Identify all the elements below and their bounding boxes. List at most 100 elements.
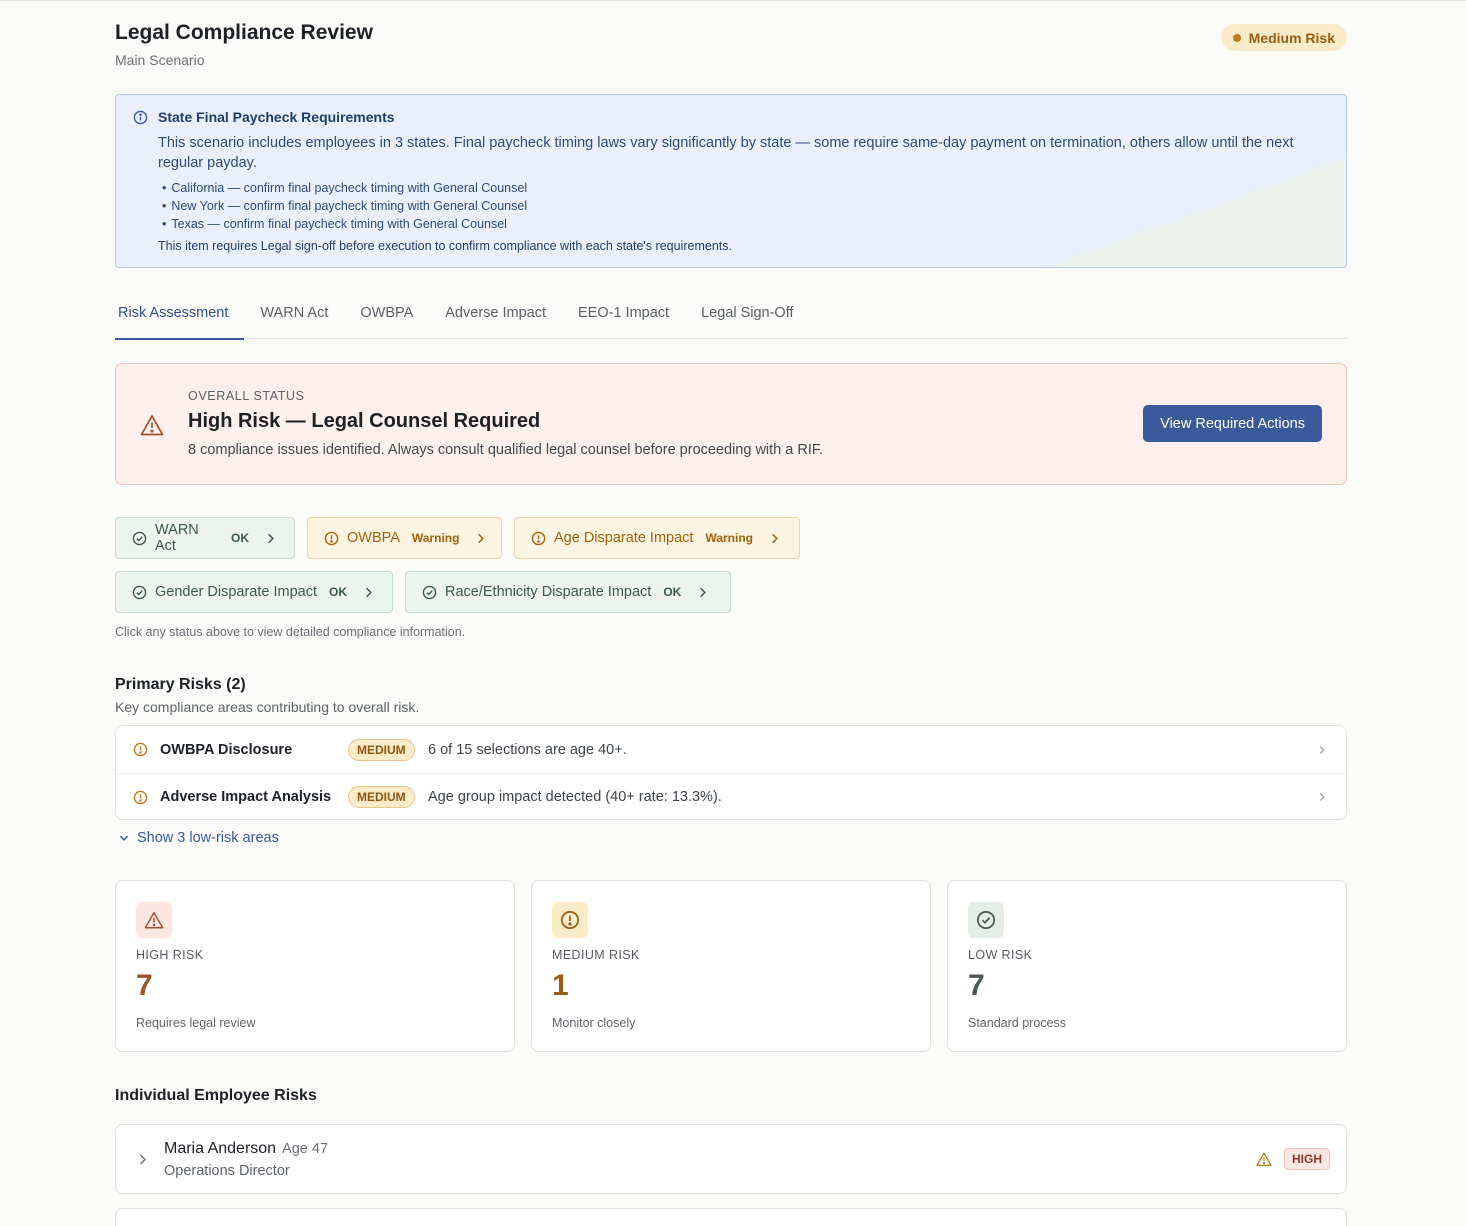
chip-label: OWBPA (347, 530, 400, 546)
stat-label: HIGH RISK (136, 948, 204, 962)
chip-age-disparate-impact[interactable]: Age Disparate Impact Warning (514, 517, 800, 559)
chevron-right-icon (1319, 745, 1325, 754)
banner-state-item: Texas — confirm final paycheck timing wi… (162, 215, 527, 233)
check-circle-icon (422, 585, 437, 599)
chevron-right-icon (1319, 792, 1325, 802)
chevron-right-icon (366, 587, 372, 597)
primary-risk-list: OWBPA Disclosure MEDIUM 6 of 15 selectio… (115, 725, 1347, 820)
risk-row-adverse-impact-analysis[interactable]: Adverse Impact Analysis MEDIUM Age group… (116, 773, 1346, 820)
employee-title: Operations Director (164, 1163, 290, 1179)
chip-owbpa[interactable]: OWBPA Warning (307, 517, 502, 559)
risk-name: Adverse Impact Analysis (160, 789, 332, 805)
chevron-right-icon (700, 587, 707, 597)
warning-triangle-icon (1256, 1152, 1272, 1166)
risk-description: Age group impact detected (40+ rate: 13.… (428, 789, 722, 805)
chip-race-ethnicity-disparate-impact[interactable]: Race/Ethnicity Disparate Impact OK (405, 571, 731, 613)
overall-risk-pill: Medium Risk (1220, 24, 1347, 51)
alert-circle-icon (531, 531, 546, 545)
chevron-right-icon (478, 533, 485, 543)
employee-row[interactable] (115, 1208, 1347, 1226)
state-paycheck-banner: State Final Paycheck Requirements This s… (115, 94, 1347, 268)
warning-triangle-icon (140, 415, 164, 436)
risk-level-badge: MEDIUM (348, 786, 415, 808)
compliance-tabs: Risk Assessment WARN Act OWBPA Adverse I… (115, 291, 1347, 340)
show-low-risk-areas-toggle[interactable]: Show 3 low-risk areas (118, 830, 279, 846)
stat-label: LOW RISK (968, 948, 1033, 962)
employee-risks-title: Individual Employee Risks (115, 1087, 317, 1104)
view-required-actions-button[interactable]: View Required Actions (1143, 405, 1322, 442)
risk-pill-label: Medium Risk (1248, 29, 1335, 46)
status-label: OVERALL STATUS (188, 389, 305, 403)
tab-eeo1-impact[interactable]: EEO-1 Impact (562, 291, 685, 339)
stat-card-medium-risk: MEDIUM RISK 1 Monitor closely (531, 880, 931, 1052)
chip-status: OK (231, 531, 249, 545)
employee-name: Maria Anderson (164, 1140, 277, 1157)
tab-owbpa[interactable]: OWBPA (344, 291, 429, 339)
chip-status: OK (329, 585, 347, 599)
chip-hint: Click any status above to view detailed … (115, 625, 466, 639)
banner-note: This item requires Legal sign-off before… (158, 239, 732, 253)
employee-row[interactable]: Maria Anderson Age 47 Operations Director… (115, 1124, 1347, 1194)
alert-circle-icon (133, 742, 148, 757)
status-dot-icon (1232, 33, 1241, 42)
tab-risk-assessment[interactable]: Risk Assessment (115, 291, 245, 340)
overall-status-card: OVERALL STATUS High Risk — Legal Counsel… (115, 363, 1347, 485)
primary-risks-subtitle: Key compliance areas contributing to ove… (115, 699, 420, 715)
alert-circle-icon (133, 790, 148, 804)
stat-icon-box (968, 902, 1004, 938)
chip-label: WARN Act (155, 522, 199, 554)
stat-card-high-risk: HIGH RISK 7 Requires legal review (115, 880, 515, 1052)
stat-note: Standard process (968, 1016, 1066, 1030)
check-circle-icon (132, 531, 147, 545)
chip-status: OK (663, 585, 682, 599)
tab-legal-sign-off[interactable]: Legal Sign-Off (685, 291, 809, 339)
chip-status: Warning (411, 531, 460, 545)
employee-name-line: Maria Anderson Age 47 (164, 1140, 328, 1158)
employee-age: Age 47 (282, 1141, 329, 1157)
chevron-down-icon (119, 835, 129, 841)
stat-note: Requires legal review (136, 1016, 256, 1030)
page-title: Legal Compliance Review (115, 21, 373, 44)
stat-value: 1 (552, 969, 569, 1002)
banner-state-item: New York — confirm final paycheck timing… (162, 197, 527, 215)
chip-warn-act[interactable]: WARN Act OK (115, 517, 295, 559)
chip-label: Age Disparate Impact (554, 530, 694, 546)
chip-label: Race/Ethnicity Disparate Impact (445, 584, 652, 600)
banner-state-list: California — confirm final paycheck timi… (162, 179, 527, 233)
risk-name: OWBPA Disclosure (160, 741, 293, 758)
compliance-review-page: Legal Compliance Review Main Scenario Me… (115, 1, 1347, 1226)
stat-note: Monitor closely (552, 1016, 636, 1030)
info-icon (133, 110, 148, 125)
risk-description: 6 of 15 selections are age 40+. (428, 741, 627, 758)
chip-label: Gender Disparate Impact (155, 584, 317, 600)
chip-status: Warning (705, 531, 753, 545)
banner-state-item: California — confirm final paycheck timi… (162, 179, 527, 197)
stat-value: 7 (968, 969, 985, 1002)
employee-risk-badge: HIGH (1284, 1148, 1330, 1170)
check-circle-icon (977, 911, 995, 929)
primary-risks-title: Primary Risks (2) (115, 676, 246, 693)
chevron-right-icon (139, 1154, 147, 1165)
page-header: Legal Compliance Review Main Scenario Me… (115, 1, 1347, 93)
stat-icon-box (136, 902, 172, 938)
page-subtitle: Main Scenario (115, 52, 205, 68)
risk-level-badge: MEDIUM (348, 738, 415, 761)
stat-icon-box (552, 902, 588, 938)
show-more-label: Show 3 low-risk areas (137, 830, 279, 846)
status-description: 8 compliance issues identified. Always c… (188, 442, 824, 458)
banner-description: This scenario includes employees in 3 st… (158, 135, 1294, 171)
tab-adverse-impact[interactable]: Adverse Impact (429, 291, 562, 339)
warning-triangle-icon (144, 911, 164, 929)
stat-value: 7 (136, 969, 153, 1002)
status-headline: High Risk — Legal Counsel Required (188, 410, 541, 432)
risk-row-owbpa-disclosure[interactable]: OWBPA Disclosure MEDIUM 6 of 15 selectio… (116, 726, 1346, 773)
check-circle-icon (132, 585, 147, 599)
chip-gender-disparate-impact[interactable]: Gender Disparate Impact OK (115, 571, 393, 613)
chevron-right-icon (268, 533, 274, 543)
stat-card-low-risk: LOW RISK 7 Standard process (947, 880, 1347, 1052)
alert-circle-icon (324, 531, 339, 545)
alert-circle-icon (561, 911, 579, 929)
banner-title: State Final Paycheck Requirements (158, 109, 395, 125)
tab-warn-act[interactable]: WARN Act (244, 291, 344, 339)
chevron-right-icon (772, 533, 778, 543)
